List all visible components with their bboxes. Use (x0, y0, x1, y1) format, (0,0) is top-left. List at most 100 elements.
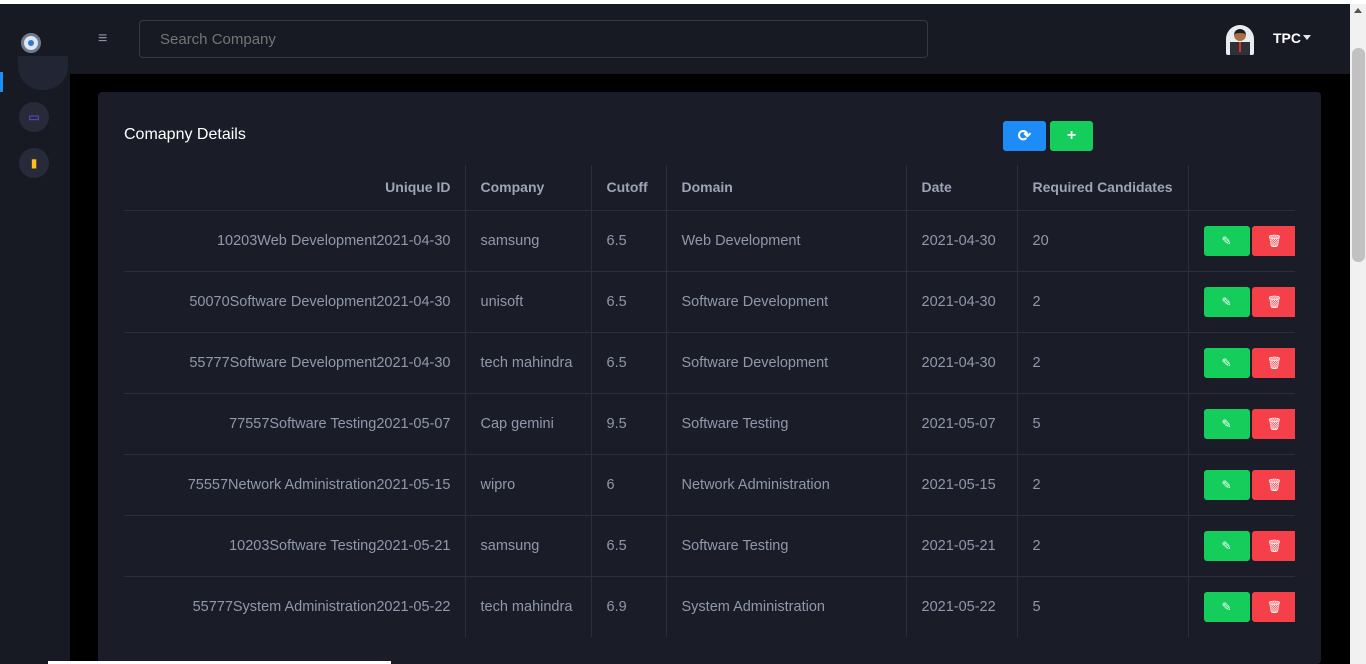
trash-icon: 🗑 (1266, 477, 1283, 492)
table-row: 77557Software Testing2021-05-07 Cap gemi… (124, 392, 1295, 454)
trash-icon: 🗑 (1266, 599, 1283, 614)
sidebar-dashboard-button[interactable] (18, 56, 68, 90)
cutoff-cell: 6.5 (590, 209, 666, 271)
header-company[interactable]: Company (464, 165, 591, 211)
header-actions (1187, 165, 1295, 211)
actions-cell: ✎ 🗑 (1187, 453, 1295, 515)
scroll-up-icon[interactable] (1354, 8, 1362, 13)
actions-cell: ✎ 🗑 (1187, 575, 1295, 637)
sidebar: ▭ ▮ (0, 4, 70, 664)
company-table-wrapper: Unique ID Company Cutoff Domain Date Req… (124, 165, 1295, 664)
header-cutoff[interactable]: Cutoff (590, 165, 666, 211)
domain-cell: Software Development (665, 331, 906, 393)
date-cell: 2021-04-30 (905, 331, 1017, 393)
required-cell: 2 (1016, 270, 1188, 332)
app-logo[interactable] (21, 33, 41, 53)
company-cell: tech mahindra (464, 575, 591, 637)
plus-icon: + (1066, 127, 1077, 144)
edit-icon: ✎ (1221, 477, 1232, 492)
date-cell: 2021-04-30 (905, 270, 1017, 332)
company-cell: samsung (464, 209, 591, 271)
active-indicator (0, 72, 3, 92)
required-cell: 2 (1016, 514, 1188, 576)
scrollbar-thumb[interactable] (1352, 48, 1365, 262)
table-row: 75557Network Administration2021-05-15 wi… (124, 453, 1295, 515)
domain-cell: Software Testing (665, 392, 906, 454)
header-date[interactable]: Date (905, 165, 1017, 211)
edit-button[interactable]: ✎ (1203, 286, 1250, 317)
trash-icon: 🗑 (1266, 294, 1283, 309)
edit-button[interactable]: ✎ (1203, 408, 1250, 439)
edit-button[interactable]: ✎ (1203, 225, 1250, 256)
domain-cell: System Administration (665, 575, 906, 637)
delete-button[interactable]: 🗑 (1251, 347, 1295, 378)
card-title: Comapny Details (124, 126, 246, 143)
sidebar-laptop-button[interactable]: ▭ (19, 102, 49, 132)
add-company-button[interactable]: + (1050, 121, 1093, 151)
cutoff-cell: 6 (590, 453, 666, 515)
delete-button[interactable]: 🗑 (1251, 408, 1295, 439)
table-row: 10203Software Testing2021-05-21 samsung … (124, 514, 1295, 576)
required-cell: 5 (1016, 392, 1188, 454)
actions-cell: ✎ 🗑 (1187, 331, 1295, 393)
edit-button[interactable]: ✎ (1203, 469, 1250, 500)
edit-icon: ✎ (1221, 233, 1232, 248)
trash-icon: 🗑 (1266, 355, 1283, 370)
delete-button[interactable]: 🗑 (1251, 469, 1295, 500)
app-page: ▭ ▮ ≡ TPC Comapny Details ⟳ + Unique ID … (0, 0, 1366, 664)
date-cell: 2021-05-21 (905, 514, 1017, 576)
company-cell: Cap gemini (464, 392, 591, 454)
edit-icon: ✎ (1221, 599, 1232, 614)
header-required-candidates[interactable]: Required Candidates (1016, 165, 1188, 211)
domain-cell: Software Development (665, 270, 906, 332)
company-cell: unisoft (464, 270, 591, 332)
actions-cell: ✎ 🗑 (1187, 209, 1295, 271)
edit-icon: ✎ (1221, 538, 1232, 553)
edit-icon: ✎ (1221, 355, 1232, 370)
hamburger-icon[interactable]: ≡ (98, 30, 107, 48)
delete-button[interactable]: 🗑 (1251, 591, 1295, 622)
refresh-button[interactable]: ⟳ (1003, 121, 1046, 151)
edit-icon: ✎ (1221, 294, 1232, 309)
date-cell: 2021-05-07 (905, 392, 1017, 454)
company-table: Unique ID Company Cutoff Domain Date Req… (124, 165, 1295, 637)
table-row: 10203Web Development2021-04-30 samsung 6… (124, 209, 1295, 271)
user-menu-label[interactable]: TPC (1273, 30, 1301, 46)
chevron-down-icon[interactable] (1303, 35, 1311, 40)
header-unique-id[interactable]: Unique ID (124, 165, 465, 211)
unique-id-cell: 75557Network Administration2021-05-15 (124, 453, 465, 515)
cutoff-cell: 6.5 (590, 331, 666, 393)
delete-button[interactable]: 🗑 (1251, 530, 1295, 561)
delete-button[interactable]: 🗑 (1251, 286, 1295, 317)
bar-chart-icon: ▮ (30, 156, 38, 170)
required-cell: 2 (1016, 453, 1188, 515)
edit-button[interactable]: ✎ (1203, 530, 1250, 561)
required-cell: 5 (1016, 575, 1188, 637)
domain-cell: Web Development (665, 209, 906, 271)
avatar[interactable] (1226, 25, 1254, 55)
date-cell: 2021-04-30 (905, 209, 1017, 271)
date-cell: 2021-05-22 (905, 575, 1017, 637)
cutoff-cell: 9.5 (590, 392, 666, 454)
edit-button[interactable]: ✎ (1203, 591, 1250, 622)
laptop-icon: ▭ (28, 110, 40, 124)
table-row: 50070Software Development2021-04-30 unis… (124, 270, 1295, 332)
domain-cell: Network Administration (665, 453, 906, 515)
refresh-icon: ⟳ (1017, 128, 1032, 145)
date-cell: 2021-05-15 (905, 453, 1017, 515)
delete-button[interactable]: 🗑 (1251, 225, 1295, 256)
company-cell: wipro (464, 453, 591, 515)
actions-cell: ✎ 🗑 (1187, 514, 1295, 576)
cutoff-cell: 6.5 (590, 270, 666, 332)
trash-icon: 🗑 (1266, 538, 1283, 553)
table-row: 55777Software Development2021-04-30 tech… (124, 331, 1295, 393)
domain-cell: Software Testing (665, 514, 906, 576)
header-domain[interactable]: Domain (665, 165, 906, 211)
edit-button[interactable]: ✎ (1203, 347, 1250, 378)
required-cell: 2 (1016, 331, 1188, 393)
edit-icon: ✎ (1221, 416, 1232, 431)
table-header-row: Unique ID Company Cutoff Domain Date Req… (124, 165, 1295, 211)
cutoff-cell: 6.5 (590, 514, 666, 576)
search-input[interactable] (139, 20, 928, 58)
sidebar-chart-button[interactable]: ▮ (19, 148, 49, 178)
